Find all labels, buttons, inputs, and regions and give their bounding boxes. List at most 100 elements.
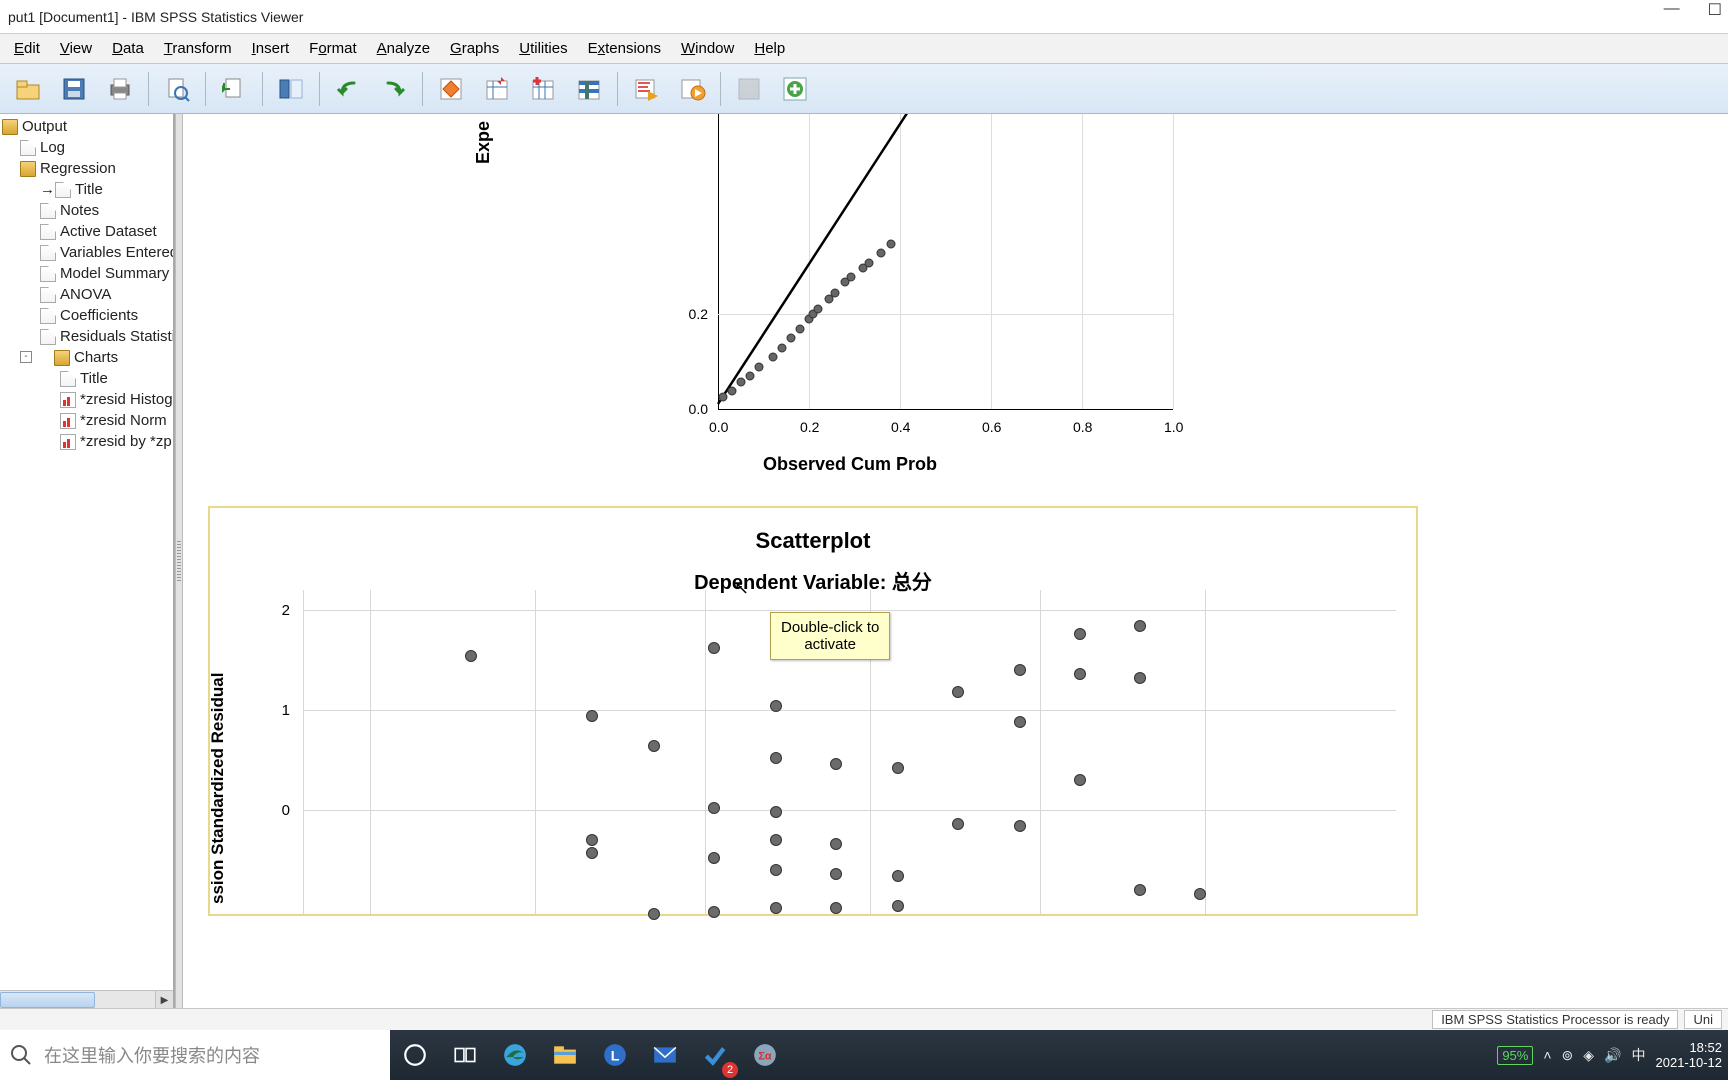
- menu-data[interactable]: Data: [102, 36, 154, 61]
- explorer-app-icon[interactable]: [540, 1030, 590, 1080]
- pp-plot-ylabel: Expe: [473, 121, 494, 164]
- todo-app-icon[interactable]: 2: [690, 1030, 740, 1080]
- outline-log[interactable]: Log: [0, 137, 173, 158]
- menu-edit[interactable]: Edit: [4, 36, 50, 61]
- outline-title[interactable]: →Title: [0, 179, 173, 200]
- activate-tooltip: Double-click to activate: [770, 612, 890, 660]
- edge-app-icon[interactable]: [490, 1030, 540, 1080]
- outline-hscrollbar[interactable]: ▶: [0, 990, 173, 1008]
- volume-icon[interactable]: 🔊: [1604, 1047, 1621, 1064]
- doc-icon: [40, 329, 56, 345]
- select-cases-button[interactable]: [567, 69, 611, 109]
- run-pending-button[interactable]: [670, 69, 714, 109]
- scatter-ylabel: ssion Standardized Residual: [208, 673, 228, 904]
- search-placeholder: 在这里输入你要搜索的内容: [44, 1042, 260, 1068]
- goto-data-button[interactable]: [429, 69, 473, 109]
- system-tray: 95% ˄ ⊚ ◈ 🔊 中 18:52 2021-10-12: [1497, 1040, 1728, 1070]
- doc-icon: [40, 308, 56, 324]
- outline-zresid-histogram[interactable]: *zresid Histog: [0, 389, 173, 410]
- outline-charts[interactable]: -Charts: [0, 347, 173, 368]
- scatterplot-frame[interactable]: Scatterplot Dependent Variable: 总分 ssion…: [208, 506, 1418, 916]
- collapse-icon[interactable]: -: [20, 351, 32, 363]
- battery-indicator[interactable]: 95%: [1497, 1046, 1533, 1065]
- taskbar: 在这里输入你要搜索的内容 L 2 Σα 95% ˄ ⊚ ◈ 🔊 中 18:52 …: [0, 1030, 1728, 1080]
- outline-label: ANOVA: [60, 286, 111, 303]
- spss-app-icon[interactable]: Σα: [740, 1030, 790, 1080]
- outline-zresid-by-zpred[interactable]: *zresid by *zp: [0, 431, 173, 452]
- outline-zresid-normal[interactable]: *zresid Norm: [0, 410, 173, 431]
- tray-chevron-icon[interactable]: ˄: [1543, 1047, 1551, 1063]
- doc-icon: [40, 266, 56, 282]
- chart-icon: [60, 392, 76, 408]
- tick-label: 1.0: [1164, 419, 1183, 435]
- redo-button[interactable]: [372, 69, 416, 109]
- app-icon-blue-l[interactable]: L: [590, 1030, 640, 1080]
- variables-button[interactable]: [521, 69, 565, 109]
- add-button[interactable]: [773, 69, 817, 109]
- outline-regression[interactable]: Regression: [0, 158, 173, 179]
- outline-label: Model Summary: [60, 265, 169, 282]
- save-button[interactable]: [52, 69, 96, 109]
- wifi-icon[interactable]: ◈: [1583, 1047, 1594, 1064]
- badge: 2: [722, 1062, 738, 1078]
- minimize-button[interactable]: —: [1664, 0, 1680, 20]
- outline-variables-entered[interactable]: Variables Entered: [0, 242, 173, 263]
- ime-indicator[interactable]: 中: [1632, 1045, 1646, 1065]
- menu-graphs[interactable]: Graphs: [440, 36, 509, 61]
- outline-residuals[interactable]: Residuals Statisti: [0, 326, 173, 347]
- menu-utilities[interactable]: Utilities: [509, 36, 577, 61]
- tick-label: 0.2: [800, 419, 819, 435]
- menu-transform[interactable]: Transform: [154, 36, 242, 61]
- menu-format[interactable]: Format: [299, 36, 367, 61]
- menu-extensions[interactable]: Extensions: [578, 36, 671, 61]
- tick-label: 0: [260, 802, 290, 819]
- outline-notes[interactable]: Notes: [0, 200, 173, 221]
- task-view-button[interactable]: [440, 1030, 490, 1080]
- pp-plot-canvas: [713, 114, 1173, 414]
- designate-window-button[interactable]: [727, 69, 771, 109]
- outline-charts-title[interactable]: Title: [0, 368, 173, 389]
- menu-help[interactable]: Help: [744, 36, 795, 61]
- menu-window[interactable]: Window: [671, 36, 744, 61]
- outline-anova[interactable]: ANOVA: [0, 284, 173, 305]
- cortana-button[interactable]: [390, 1030, 440, 1080]
- undo-button[interactable]: [326, 69, 370, 109]
- tick-label: 2: [260, 602, 290, 619]
- goto-case-button[interactable]: [475, 69, 519, 109]
- outline-label: *zresid by *zp: [80, 433, 172, 450]
- window-title: put1 [Document1] - IBM SPSS Statistics V…: [8, 9, 303, 25]
- open-button[interactable]: [6, 69, 50, 109]
- menu-view[interactable]: View: [50, 36, 102, 61]
- outline-output[interactable]: Output: [0, 116, 173, 137]
- clock-time: 18:52: [1656, 1040, 1723, 1055]
- print-button[interactable]: [98, 69, 142, 109]
- scrollbar-thumb[interactable]: [0, 992, 95, 1008]
- status-bar: IBM SPSS Statistics Processor is ready U…: [0, 1008, 1728, 1030]
- taskbar-search[interactable]: 在这里输入你要搜索的内容: [0, 1030, 390, 1080]
- outline-model-summary[interactable]: Model Summary: [0, 263, 173, 284]
- menu-insert[interactable]: Insert: [242, 36, 300, 61]
- network-icon[interactable]: ⊚: [1562, 1047, 1574, 1064]
- clock[interactable]: 18:52 2021-10-12: [1656, 1040, 1723, 1070]
- menu-analyze[interactable]: Analyze: [367, 36, 440, 61]
- chart-icon: [60, 413, 76, 429]
- output-viewer[interactable]: Expe 0.0 0.2 0.4 0.6 0.8 1.0 0.0 0.2 Obs…: [183, 114, 1728, 1008]
- tooltip-line: activate: [804, 636, 856, 653]
- tick-label: 0.6: [982, 419, 1001, 435]
- chart-icon: [60, 434, 76, 450]
- preview-button[interactable]: [155, 69, 199, 109]
- search-icon: [10, 1044, 32, 1066]
- splitter[interactable]: [175, 114, 183, 1008]
- outline-label: Regression: [40, 160, 116, 177]
- dialog-recall-button[interactable]: [269, 69, 313, 109]
- run-selection-button[interactable]: [624, 69, 668, 109]
- scrollbar-right-button[interactable]: ▶: [155, 991, 173, 1009]
- outline-panel: Output Log Regression →Title Notes Activ…: [0, 114, 175, 1008]
- maximize-button[interactable]: ☐: [1708, 0, 1722, 20]
- outline-active-dataset[interactable]: Active Dataset: [0, 221, 173, 242]
- mail-app-icon[interactable]: [640, 1030, 690, 1080]
- export-button[interactable]: [212, 69, 256, 109]
- outline-coefficients[interactable]: Coefficients: [0, 305, 173, 326]
- pp-plot[interactable]: Expe 0.0 0.2 0.4 0.6 0.8 1.0 0.0 0.2 Obs…: [473, 114, 1173, 474]
- outline-label: Title: [75, 181, 103, 198]
